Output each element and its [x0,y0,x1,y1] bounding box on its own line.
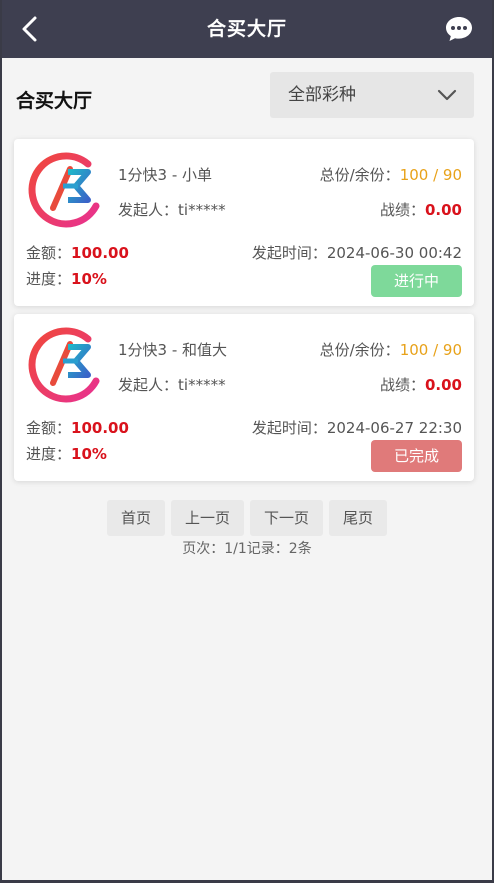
shares-value: 100 / 90 [399,341,462,359]
progress-info: 进度：10% [26,443,107,464]
progress-value: 10% [71,445,107,463]
order-name: 1分快3 - 小单 [118,166,213,184]
time-info: 发起时间：2024-06-27 22:30 [252,417,462,438]
record-info: 战绩：0.00 [380,199,462,220]
top-bar: 合买大厅 [0,0,494,58]
amount-info: 金额：100.00 [26,242,129,263]
initiator-value: ti***** [178,376,226,394]
record-value: 0.00 [424,201,462,219]
lottery-logo-icon [28,152,100,228]
app-frame: 合买大厅 合买大厅 全部彩种 1分快3 - 小单 总份/余份：100 / 90 … [0,0,494,883]
time-value: 2024-06-27 22:30 [326,419,462,437]
progress-label: 进度： [26,270,72,288]
time-value: 2024-06-30 00:42 [326,244,462,262]
progress-info: 进度：10% [26,268,107,289]
lottery-type-select[interactable]: 全部彩种 [270,72,474,118]
initiator-info: 发起人：ti***** [118,199,226,220]
amount-value: 100.00 [71,244,129,262]
time-label: 发起时间： [251,244,327,262]
order-name: 1分快3 - 和值大 [118,341,228,359]
shares-info: 总份/余份：100 / 90 [320,339,462,360]
order-card[interactable]: 1分快3 - 和值大 总份/余份：100 / 90 发起人：ti***** 战绩… [14,314,474,481]
chat-icon[interactable] [444,14,474,44]
lottery-select-value: 全部彩种 [288,85,356,105]
last-page-button[interactable]: 尾页 [329,500,388,536]
record-label: 战绩： [379,376,425,394]
initiator-value: ti***** [178,201,226,219]
initiator-label: 发起人： [118,376,179,394]
section-title: 合买大厅 [16,90,93,112]
progress-label: 进度： [26,445,72,463]
shares-label: 总份/余份： [319,166,400,184]
shares-label: 总份/余份： [319,341,400,359]
amount-value: 100.00 [71,419,129,437]
record-value: 0.00 [424,376,462,394]
order-card[interactable]: 1分快3 - 小单 总份/余份：100 / 90 发起人：ti***** 战绩：… [14,139,474,306]
next-page-button[interactable]: 下一页 [250,500,324,536]
initiator-info: 发起人：ti***** [118,374,226,395]
amount-label: 金额： [26,244,72,262]
first-page-button[interactable]: 首页 [106,500,165,536]
amount-info: 金额：100.00 [26,417,129,438]
chevron-down-icon [437,89,457,101]
lottery-logo-icon [28,327,100,403]
record-label: 战绩： [379,201,425,219]
shares-value: 100 / 90 [399,166,462,184]
pagination-info: 页次：1/1记录：2条 [182,541,312,557]
status-button[interactable]: 进行中 [371,265,462,297]
page-title: 合买大厅 [206,18,287,40]
time-info: 发起时间：2024-06-30 00:42 [252,242,462,263]
progress-value: 10% [71,270,107,288]
initiator-label: 发起人： [118,201,179,219]
pagination: 首页 上一页 下一页 尾页 [0,500,494,536]
record-info: 战绩：0.00 [380,374,462,395]
shares-info: 总份/余份：100 / 90 [320,164,462,185]
status-button[interactable]: 已完成 [371,440,462,472]
time-label: 发起时间： [251,419,327,437]
prev-page-button[interactable]: 上一页 [170,500,244,536]
amount-label: 金额： [26,419,72,437]
